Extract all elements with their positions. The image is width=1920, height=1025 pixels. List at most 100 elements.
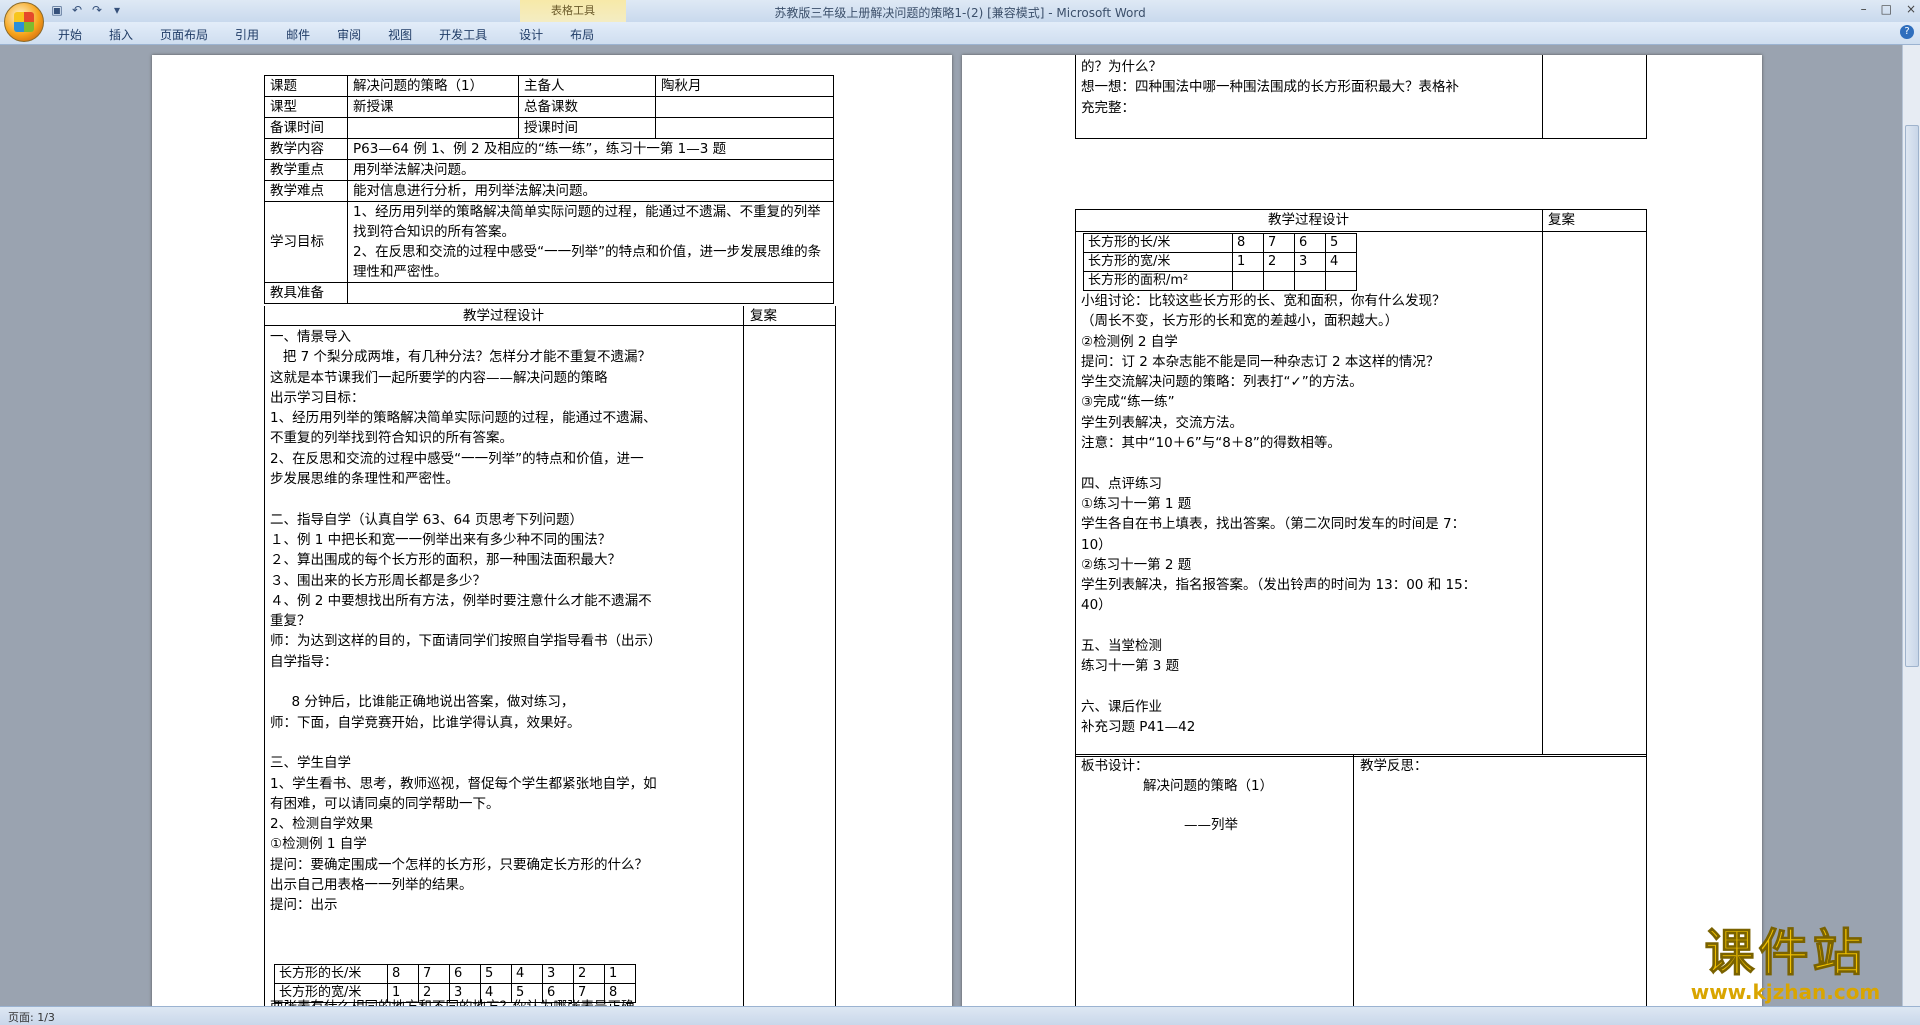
time-value[interactable] <box>347 117 519 139</box>
body-line: 2、检测自学效果 <box>270 816 374 833</box>
table-cell[interactable]: 3 <box>542 964 574 984</box>
table-cell[interactable]: 7 <box>418 964 450 984</box>
table-cell[interactable]: 6 <box>449 964 481 984</box>
length-label-2: 长方形的长/米 <box>1083 233 1233 253</box>
type-value[interactable]: 新授课 <box>347 96 519 118</box>
body-line: 学生各自在书上填表，找出答案。（第二次同时发车的时间是 7： <box>1081 516 1466 533</box>
table-cell[interactable]: 4 <box>1325 252 1357 272</box>
office-button[interactable] <box>4 2 44 42</box>
tab-home[interactable]: 开始 <box>58 26 82 43</box>
tab-developer[interactable]: 开发工具 <box>439 26 487 43</box>
process-header-line-2 <box>1075 231 1646 232</box>
body-line <box>270 672 740 692</box>
tab-mailings[interactable]: 邮件 <box>286 26 310 43</box>
table-cell[interactable]: 5 <box>480 964 512 984</box>
table-cell[interactable]: 5 <box>1325 233 1357 253</box>
body-line: 这就是本节课我们一起所要学的内容——解决问题的策略 <box>270 369 608 386</box>
body-line: 重复？ <box>270 613 311 630</box>
tab-view[interactable]: 视图 <box>388 26 412 43</box>
body-line: ３、围出来的长方形周长都是多少？ <box>270 572 486 589</box>
table-cell[interactable]: 2 <box>573 964 605 984</box>
board-subtitle[interactable]: ——列举 <box>1184 815 1238 836</box>
body-line: 二、指导自学（认真自学 63、64 页思考下列问题） <box>270 511 583 528</box>
body-line: 出示学习目标： <box>270 389 365 406</box>
tab-layout[interactable]: 布局 <box>570 26 594 43</box>
continuation-divider <box>1542 55 1543 138</box>
table-cell[interactable]: 1 <box>1232 252 1264 272</box>
body-line: １、例 1 中把长和宽一一例举出来有多少种不同的围法？ <box>270 531 612 548</box>
table-cell[interactable]: 6 <box>1294 233 1326 253</box>
body-line: 四、点评练习 <box>1081 475 1162 492</box>
board-label: 板书设计： <box>1081 758 1149 774</box>
difficulty-value[interactable]: 能对信息进行分析，用列举法解决问题。 <box>347 180 834 202</box>
goal-2: 2、在反思和交流的过程中感受“一一列举”的特点和价值，进一步发展思维的条理性和严… <box>353 244 822 280</box>
table-cell[interactable] <box>1232 271 1264 291</box>
scroll-thumb[interactable] <box>1905 125 1919 667</box>
minimize-button[interactable]: – <box>1861 2 1867 16</box>
tab-design[interactable]: 设计 <box>519 26 543 43</box>
body-line: 一、情景导入 <box>270 329 351 345</box>
watermark-text: 课件站 <box>1704 924 1867 982</box>
table-cell[interactable] <box>1294 271 1326 291</box>
difficulty-label: 教学难点 <box>264 180 348 202</box>
time-label: 备课时间 <box>264 117 348 139</box>
tab-review[interactable]: 审阅 <box>337 26 361 43</box>
page-indicator[interactable]: 页面: 1/3 <box>8 1009 55 1025</box>
body-line: 提问：订 2 本杂志能不能是同一种杂志订 2 本这样的情况？ <box>1081 353 1440 370</box>
body-line <box>270 489 740 509</box>
body-line: 学生列表解决，交流方法。 <box>1081 414 1243 431</box>
content-label: 教学内容 <box>264 138 348 160</box>
tab-page-layout[interactable]: 页面布局 <box>160 26 208 43</box>
table-cell[interactable]: 7 <box>1263 233 1295 253</box>
continuation-text[interactable]: 的？为什么？ 想一想：四种围法中哪一种围法围成的长方形面积最大？表格补 充完整： <box>1081 57 1536 118</box>
focus-value[interactable]: 用列举法解决问题。 <box>347 159 834 181</box>
body-line <box>270 733 740 753</box>
page-1: 课题 解决问题的策略（1） 主备人 陶秋月 课型 新授课 总备课数 备课时间 授… <box>152 55 952 1007</box>
help-icon[interactable]: ? <box>1900 25 1914 39</box>
table-cell[interactable]: 1 <box>604 964 636 984</box>
board-title[interactable]: 解决问题的策略（1） <box>1143 776 1273 797</box>
table-cell[interactable]: 8 <box>387 964 419 984</box>
review-header: 复案 <box>750 308 777 324</box>
body-line: 的？为什么？ <box>1081 59 1162 75</box>
body-line: ②练习十一第 2 题 <box>1081 556 1192 573</box>
body-line: 小组讨论：比较这些长方形的长、宽和面积，你有什么发现？ <box>1081 293 1446 309</box>
total-value[interactable] <box>655 96 834 118</box>
body-line: 六、课后作业 <box>1081 698 1162 715</box>
body-line <box>1081 453 1536 473</box>
table-cell[interactable] <box>1325 271 1357 291</box>
process-body-2[interactable]: 小组讨论：比较这些长方形的长、宽和面积，你有什么发现？ （周长不变，长方形的长和宽… <box>1081 291 1536 738</box>
body-line: ４、例 2 中要想找出所有方法，例举时要注意什么才能不遗漏不 <box>270 592 652 609</box>
goal-value[interactable]: 1、经历用列举的策略解决简单实际问题的过程，能通过不遗漏、不重复的列举找到符合知… <box>347 201 834 283</box>
table-cell[interactable] <box>1263 271 1295 291</box>
topic-value[interactable]: 解决问题的策略（1） <box>347 75 519 97</box>
tools-value[interactable] <box>347 282 834 304</box>
vertical-scrollbar[interactable] <box>1902 45 1920 1007</box>
content-value[interactable]: P63—64 例 1、例 2 及相应的“练一练”，练习十一第 1—3 题 <box>347 138 834 160</box>
table-cell[interactable]: 2 <box>1263 252 1295 272</box>
window-title: 苏教版三年级上册解决问题的策略1-(2) [兼容模式] - Microsoft … <box>774 6 1146 20</box>
tab-references[interactable]: 引用 <box>235 26 259 43</box>
area-label: 长方形的面积/m² <box>1083 271 1233 291</box>
status-bar: 页面: 1/3 <box>0 1006 1920 1025</box>
body-line: ③完成“练一练” <box>1081 394 1175 411</box>
close-button[interactable]: × <box>1906 2 1916 16</box>
process-body[interactable]: 一、情景导入 把 7 个梨分成两堆，有几种分法？怎样分才能不重复不遗漏？ 这就是本… <box>270 327 740 916</box>
tab-insert[interactable]: 插入 <box>109 26 133 43</box>
maximize-button[interactable]: □ <box>1881 2 1892 16</box>
lesson-time-value[interactable] <box>655 117 834 139</box>
body-line: ２、算出围成的每个长方形的面积，那一种围法面积最大？ <box>270 552 621 569</box>
watermark-logo: 课件站 www.kjzhan.com <box>1673 924 1898 1004</box>
table-cell[interactable]: 3 <box>1294 252 1326 272</box>
table-tools-label: 表格工具 <box>551 4 595 17</box>
body-line: 注意：其中“10＋6”与“8＋8”的得数相等。 <box>1081 435 1341 452</box>
table-cell[interactable]: 8 <box>1232 233 1264 253</box>
body-line: ②检测例 2 自学 <box>1081 333 1178 350</box>
review-header-2: 复案 <box>1548 212 1575 228</box>
body-line: 2、在反思和交流的过程中感受“一一列举”的特点和价值，进一 <box>270 450 644 467</box>
body-line <box>1081 616 1536 636</box>
body-line: 提问：要确定围成一个怎样的长方形，只要确定长方形的什么？ <box>270 856 648 873</box>
preparer-value[interactable]: 陶秋月 <box>655 75 834 97</box>
process-header-2: 教学过程设计 <box>1268 212 1349 228</box>
table-cell[interactable]: 4 <box>511 964 543 984</box>
